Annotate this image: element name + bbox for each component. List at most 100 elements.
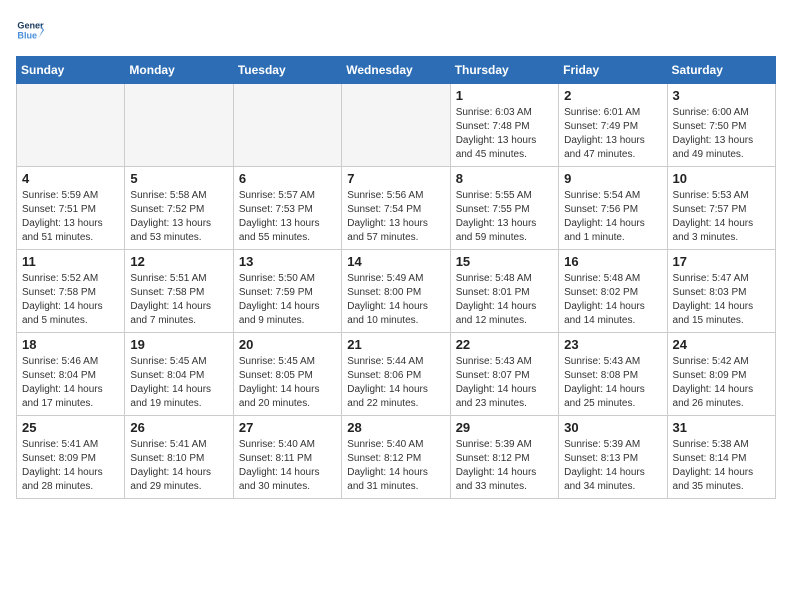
day-number: 21 — [347, 337, 444, 352]
day-info: Sunrise: 6:03 AM Sunset: 7:48 PM Dayligh… — [456, 106, 553, 162]
calendar-cell: 6 Sunrise: 5:57 AM Sunset: 7:53 PM Daylig… — [233, 167, 341, 250]
day-info: Sunrise: 5:55 AM Sunset: 7:55 PM Dayligh… — [456, 189, 553, 245]
day-info: Sunrise: 5:51 AM Sunset: 7:58 PM Dayligh… — [130, 272, 227, 328]
day-info: Sunrise: 5:38 AM Sunset: 8:14 PM Dayligh… — [673, 438, 770, 494]
calendar-cell: 12 Sunrise: 5:51 AM Sunset: 7:58 PM Dayli… — [125, 250, 233, 333]
day-number: 30 — [564, 420, 661, 435]
day-number: 8 — [456, 171, 553, 186]
day-info: Sunrise: 5:44 AM Sunset: 8:06 PM Dayligh… — [347, 355, 444, 411]
day-info: Sunrise: 5:49 AM Sunset: 8:00 PM Dayligh… — [347, 272, 444, 328]
day-number: 16 — [564, 254, 661, 269]
day-number: 4 — [22, 171, 119, 186]
day-info: Sunrise: 5:45 AM Sunset: 8:05 PM Dayligh… — [239, 355, 336, 411]
calendar-cell — [233, 84, 341, 167]
weekday-header-saturday: Saturday — [667, 57, 775, 84]
calendar-cell: 17Sunrise: 5:47 AM Sunset: 8:03 PM Dayli… — [667, 250, 775, 333]
day-info: Sunrise: 5:41 AM Sunset: 8:09 PM Dayligh… — [22, 438, 119, 494]
day-number: 1 — [456, 88, 553, 103]
calendar-cell: 22Sunrise: 5:43 AM Sunset: 8:07 PM Dayli… — [450, 333, 558, 416]
calendar-cell — [17, 84, 125, 167]
day-number: 22 — [456, 337, 553, 352]
calendar-cell: 5 Sunrise: 5:58 AM Sunset: 7:52 PM Daylig… — [125, 167, 233, 250]
calendar-cell: 29Sunrise: 5:39 AM Sunset: 8:12 PM Dayli… — [450, 416, 558, 499]
page-header: General Blue — [16, 16, 776, 44]
day-info: Sunrise: 5:58 AM Sunset: 7:52 PM Dayligh… — [130, 189, 227, 245]
day-number: 26 — [130, 420, 227, 435]
day-info: Sunrise: 5:52 AM Sunset: 7:58 PM Dayligh… — [22, 272, 119, 328]
calendar-cell: 4 Sunrise: 5:59 AM Sunset: 7:51 PM Daylig… — [17, 167, 125, 250]
weekday-header-friday: Friday — [559, 57, 667, 84]
day-info: Sunrise: 5:39 AM Sunset: 8:13 PM Dayligh… — [564, 438, 661, 494]
calendar-cell: 31 Sunrise: 5:38 AM Sunset: 8:14 PM Dayli… — [667, 416, 775, 499]
calendar-cell: 25Sunrise: 5:41 AM Sunset: 8:09 PM Dayli… — [17, 416, 125, 499]
day-info: Sunrise: 5:40 AM Sunset: 8:12 PM Dayligh… — [347, 438, 444, 494]
day-number: 18 — [22, 337, 119, 352]
logo: General Blue — [16, 16, 48, 44]
calendar-cell: 3 Sunrise: 6:00 AM Sunset: 7:50 PM Daylig… — [667, 84, 775, 167]
calendar-cell: 9 Sunrise: 5:54 AM Sunset: 7:56 PM Daylig… — [559, 167, 667, 250]
day-number: 9 — [564, 171, 661, 186]
day-number: 12 — [130, 254, 227, 269]
calendar-cell — [125, 84, 233, 167]
calendar-cell: 16 Sunrise: 5:48 AM Sunset: 8:02 PM Dayli… — [559, 250, 667, 333]
day-info: Sunrise: 5:40 AM Sunset: 8:11 PM Dayligh… — [239, 438, 336, 494]
weekday-header-thursday: Thursday — [450, 57, 558, 84]
day-info: Sunrise: 5:54 AM Sunset: 7:56 PM Dayligh… — [564, 189, 661, 245]
day-info: Sunrise: 5:46 AM Sunset: 8:04 PM Dayligh… — [22, 355, 119, 411]
day-info: Sunrise: 5:48 AM Sunset: 8:01 PM Dayligh… — [456, 272, 553, 328]
day-info: Sunrise: 5:56 AM Sunset: 7:54 PM Dayligh… — [347, 189, 444, 245]
day-number: 24 — [673, 337, 770, 352]
day-info: Sunrise: 5:42 AM Sunset: 8:09 PM Dayligh… — [673, 355, 770, 411]
day-number: 14 — [347, 254, 444, 269]
day-number: 6 — [239, 171, 336, 186]
calendar-cell: 30 Sunrise: 5:39 AM Sunset: 8:13 PM Dayli… — [559, 416, 667, 499]
calendar-cell: 23 Sunrise: 5:43 AM Sunset: 8:08 PM Dayli… — [559, 333, 667, 416]
calendar-cell: 19Sunrise: 5:45 AM Sunset: 8:04 PM Dayli… — [125, 333, 233, 416]
day-number: 10 — [673, 171, 770, 186]
day-number: 27 — [239, 420, 336, 435]
calendar-cell: 20 Sunrise: 5:45 AM Sunset: 8:05 PM Dayli… — [233, 333, 341, 416]
calendar-cell: 8 Sunrise: 5:55 AM Sunset: 7:55 PM Daylig… — [450, 167, 558, 250]
day-number: 19 — [130, 337, 227, 352]
day-number: 31 — [673, 420, 770, 435]
svg-text:General: General — [17, 21, 44, 31]
day-number: 13 — [239, 254, 336, 269]
calendar-cell: 24 Sunrise: 5:42 AM Sunset: 8:09 PM Dayli… — [667, 333, 775, 416]
weekday-header-wednesday: Wednesday — [342, 57, 450, 84]
day-number: 11 — [22, 254, 119, 269]
day-info: Sunrise: 5:39 AM Sunset: 8:12 PM Dayligh… — [456, 438, 553, 494]
day-number: 28 — [347, 420, 444, 435]
calendar-cell: 28 Sunrise: 5:40 AM Sunset: 8:12 PM Dayli… — [342, 416, 450, 499]
day-number: 5 — [130, 171, 227, 186]
day-info: Sunrise: 5:57 AM Sunset: 7:53 PM Dayligh… — [239, 189, 336, 245]
day-info: Sunrise: 5:59 AM Sunset: 7:51 PM Dayligh… — [22, 189, 119, 245]
weekday-header-sunday: Sunday — [17, 57, 125, 84]
calendar-cell: 10 Sunrise: 5:53 AM Sunset: 7:57 PM Dayli… — [667, 167, 775, 250]
calendar-cell: 27 Sunrise: 5:40 AM Sunset: 8:11 PM Dayli… — [233, 416, 341, 499]
svg-text:Blue: Blue — [17, 30, 37, 40]
calendar-cell: 18 Sunrise: 5:46 AM Sunset: 8:04 PM Dayli… — [17, 333, 125, 416]
weekday-header-monday: Monday — [125, 57, 233, 84]
calendar-cell — [342, 84, 450, 167]
calendar-cell: 15 Sunrise: 5:48 AM Sunset: 8:01 PM Dayli… — [450, 250, 558, 333]
day-info: Sunrise: 6:01 AM Sunset: 7:49 PM Dayligh… — [564, 106, 661, 162]
day-number: 15 — [456, 254, 553, 269]
day-number: 3 — [673, 88, 770, 103]
day-info: Sunrise: 5:43 AM Sunset: 8:08 PM Dayligh… — [564, 355, 661, 411]
calendar-cell: 7 Sunrise: 5:56 AM Sunset: 7:54 PM Daylig… — [342, 167, 450, 250]
calendar-cell: 1 Sunrise: 6:03 AM Sunset: 7:48 PM Daylig… — [450, 84, 558, 167]
day-info: Sunrise: 6:00 AM Sunset: 7:50 PM Dayligh… — [673, 106, 770, 162]
calendar-table: SundayMondayTuesdayWednesdayThursdayFrid… — [16, 56, 776, 499]
day-info: Sunrise: 5:53 AM Sunset: 7:57 PM Dayligh… — [673, 189, 770, 245]
day-number: 2 — [564, 88, 661, 103]
day-number: 7 — [347, 171, 444, 186]
calendar-cell: 2 Sunrise: 6:01 AM Sunset: 7:49 PM Daylig… — [559, 84, 667, 167]
weekday-header-tuesday: Tuesday — [233, 57, 341, 84]
day-info: Sunrise: 5:41 AM Sunset: 8:10 PM Dayligh… — [130, 438, 227, 494]
day-info: Sunrise: 5:48 AM Sunset: 8:02 PM Dayligh… — [564, 272, 661, 328]
day-number: 17 — [673, 254, 770, 269]
day-number: 20 — [239, 337, 336, 352]
logo-icon: General Blue — [16, 16, 44, 44]
day-number: 23 — [564, 337, 661, 352]
calendar-cell: 14 Sunrise: 5:49 AM Sunset: 8:00 PM Dayli… — [342, 250, 450, 333]
